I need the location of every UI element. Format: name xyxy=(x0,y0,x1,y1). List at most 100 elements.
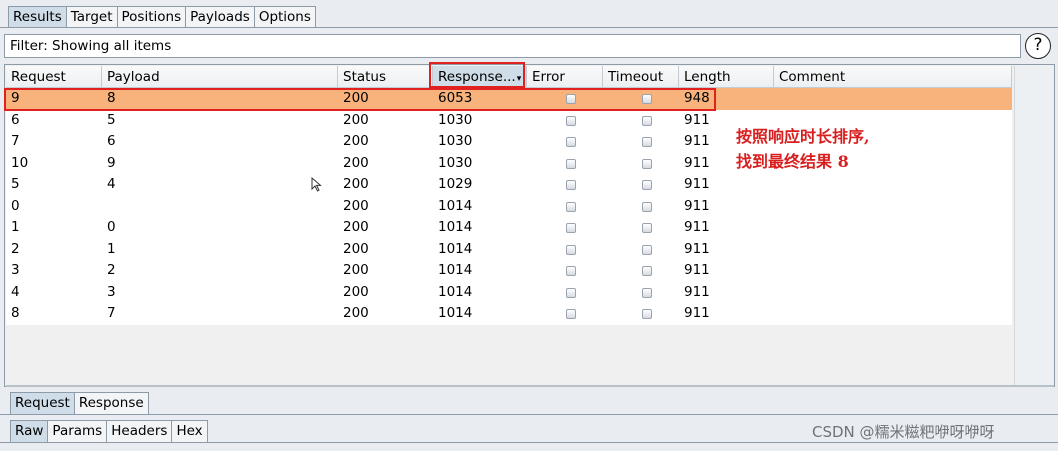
table-header: Request Payload Status Response...▾ Erro… xyxy=(6,66,1012,88)
column-status[interactable]: Status xyxy=(338,66,433,88)
cell-response: 1014 xyxy=(438,305,473,321)
cell-request: 3 xyxy=(11,262,20,278)
tab-divider xyxy=(0,27,1058,28)
timeout-checkbox xyxy=(642,223,652,233)
sort-desc-icon: ▾ xyxy=(516,74,522,84)
table-row[interactable]: 8 7 200 1014 911 xyxy=(6,303,1012,325)
cell-comment xyxy=(774,174,779,196)
tab-raw[interactable]: Raw xyxy=(10,420,49,442)
cell-status: 200 xyxy=(343,111,369,128)
error-checkbox xyxy=(566,223,576,233)
cell-comment xyxy=(774,217,779,239)
cell-length: 911 xyxy=(684,305,710,321)
cell-response: 1014 xyxy=(438,197,473,214)
timeout-checkbox xyxy=(642,115,652,126)
tab-results[interactable]: Results xyxy=(8,6,67,28)
cell-payload: 6 xyxy=(107,133,116,149)
cell-length: 911 xyxy=(684,240,710,257)
cell-payload: 0 xyxy=(107,219,116,235)
column-response-label: Response... xyxy=(438,69,516,85)
error-checkbox xyxy=(566,137,576,147)
tab-payloads[interactable]: Payloads xyxy=(185,6,255,28)
tab-request[interactable]: Request xyxy=(10,392,75,414)
timeout-checkbox xyxy=(642,244,652,255)
column-timeout[interactable]: Timeout xyxy=(603,66,679,88)
table-row[interactable]: 3 2 200 1014 911 xyxy=(6,260,1012,282)
cell-response: 1030 xyxy=(438,133,473,149)
column-request[interactable]: Request xyxy=(6,66,102,88)
cell-response: 1029 xyxy=(438,176,473,192)
timeout-checkbox xyxy=(642,287,652,298)
table-row[interactable]: 0 200 1014 911 xyxy=(6,196,1012,218)
tab-hex[interactable]: Hex xyxy=(171,420,208,442)
tab-response[interactable]: Response xyxy=(73,392,149,414)
split-pane-divider[interactable] xyxy=(6,385,1054,387)
table-row[interactable]: 5 4 200 1029 911 xyxy=(6,174,1012,196)
results-table: Request Payload Status Response...▾ Erro… xyxy=(4,64,1055,387)
cell-length: 911 xyxy=(684,154,710,171)
cell-comment xyxy=(774,239,779,261)
error-checkbox xyxy=(566,201,576,212)
cell-response: 1030 xyxy=(438,154,473,171)
cell-response: 1014 xyxy=(438,283,473,300)
cell-status: 200 xyxy=(343,305,369,321)
tab-options[interactable]: Options xyxy=(253,6,316,28)
cell-payload: 1 xyxy=(107,240,116,257)
cell-request: 4 xyxy=(11,283,20,300)
table-scrollbar[interactable] xyxy=(1014,66,1054,386)
error-checkbox xyxy=(566,158,576,169)
cell-payload: 3 xyxy=(107,283,116,300)
table-row[interactable]: 2 1 200 1014 911 xyxy=(6,239,1012,261)
cell-comment xyxy=(774,303,779,325)
cell-length: 911 xyxy=(684,219,710,235)
cell-comment xyxy=(774,88,779,110)
tab-headers[interactable]: Headers xyxy=(106,420,173,442)
annotation-line-2: 找到最终结果 8 xyxy=(736,152,849,171)
error-checkbox xyxy=(566,180,576,190)
view-tab-divider xyxy=(0,442,1058,443)
cell-length: 911 xyxy=(684,197,710,214)
column-error[interactable]: Error xyxy=(527,66,603,88)
cell-payload: 4 xyxy=(107,176,116,192)
tab-positions[interactable]: Positions xyxy=(116,6,187,28)
cell-request: 9 xyxy=(11,90,20,106)
error-checkbox xyxy=(566,115,576,126)
column-response[interactable]: Response...▾ xyxy=(433,66,527,88)
timeout-checkbox xyxy=(642,201,652,212)
cell-status: 200 xyxy=(343,197,369,214)
error-checkbox xyxy=(566,244,576,255)
cell-request: 7 xyxy=(11,133,20,149)
cell-request: 2 xyxy=(11,240,20,257)
cell-response: 6053 xyxy=(438,90,473,106)
cell-comment xyxy=(774,260,779,282)
detail-tab-bar: Request Response xyxy=(10,392,149,414)
annotation-note: 按照响应时长排序, 找到最终结果 8 xyxy=(736,124,870,174)
cell-payload xyxy=(102,196,107,218)
filter-bar[interactable]: Filter: Showing all items xyxy=(4,34,1021,58)
tab-target[interactable]: Target xyxy=(65,6,118,28)
cell-status: 200 xyxy=(343,283,369,300)
detail-tab-divider xyxy=(0,414,1058,415)
cell-length: 911 xyxy=(684,262,710,278)
cell-status: 200 xyxy=(343,154,369,171)
watermark: CSDN @糯米糍粑咿呀咿呀 xyxy=(812,423,995,441)
cell-comment xyxy=(774,282,779,304)
cell-payload: 7 xyxy=(107,305,116,321)
cell-payload: 2 xyxy=(107,262,116,278)
cell-status: 200 xyxy=(343,133,369,149)
help-icon[interactable]: ? xyxy=(1025,33,1051,59)
cell-response: 1014 xyxy=(438,219,473,235)
cell-status: 200 xyxy=(343,176,369,192)
column-payload[interactable]: Payload xyxy=(102,66,338,88)
tab-params[interactable]: Params xyxy=(47,420,108,442)
cell-request: 6 xyxy=(11,111,20,128)
table-row[interactable]: 9 8 200 6053 948 xyxy=(6,88,1012,110)
column-length[interactable]: Length xyxy=(679,66,774,88)
column-comment[interactable]: Comment xyxy=(774,66,1012,88)
error-checkbox xyxy=(566,287,576,298)
table-row[interactable]: 1 0 200 1014 911 xyxy=(6,217,1012,239)
table-row[interactable]: 4 3 200 1014 911 xyxy=(6,282,1012,304)
cell-length: 911 xyxy=(684,133,710,149)
error-checkbox xyxy=(566,266,576,276)
cell-response: 1014 xyxy=(438,240,473,257)
